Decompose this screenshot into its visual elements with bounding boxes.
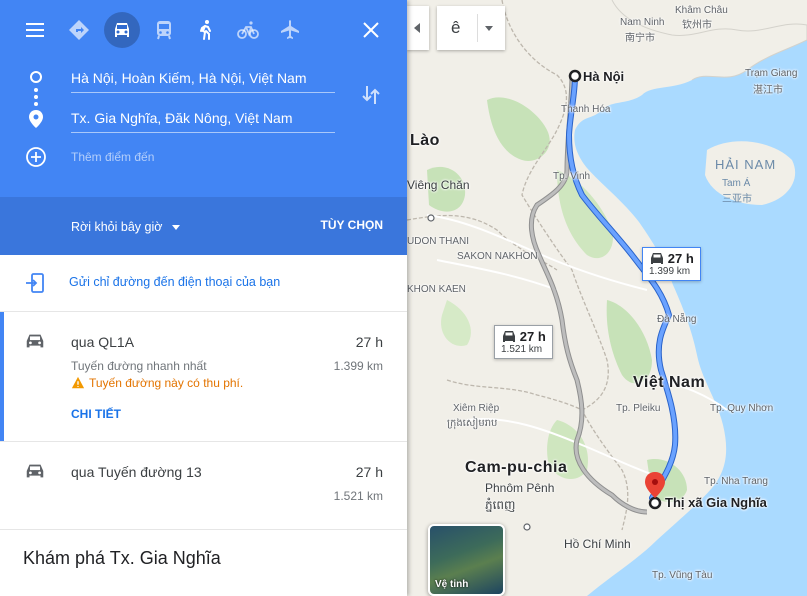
map-label-viet-nam[interactable]: Việt Nam <box>633 374 705 392</box>
map-label-khon[interactable]: KHON KAEN <box>407 284 466 295</box>
route-time: 27 h <box>355 464 383 480</box>
map-label-lao[interactable]: Lào <box>410 132 440 150</box>
mode-driving[interactable] <box>104 12 140 48</box>
car-icon <box>503 331 515 342</box>
waypoint-separator <box>34 95 38 99</box>
map-label-quy-nhon[interactable]: Tp. Quy Nhơn <box>710 403 773 414</box>
bike-icon <box>237 21 259 39</box>
caret-down-icon <box>485 26 493 31</box>
map-label-xiem-riep[interactable]: Xiêm Riệp <box>453 403 499 414</box>
menu-button[interactable] <box>17 12 53 48</box>
map-label-hanoi[interactable]: Hà Nội <box>583 69 624 84</box>
options-bar: Rời khỏi bây giờ TÙY CHỌN <box>0 197 407 255</box>
destination-input[interactable] <box>71 103 335 133</box>
route-distance: 1.399 km <box>333 359 383 373</box>
options-button[interactable]: TÙY CHỌN <box>321 218 383 232</box>
directions-header: Thêm điểm đến Rời khỏi bây giờ TÙY CHỌN <box>0 0 407 255</box>
send-to-phone-icon <box>26 273 44 293</box>
directions-panel: Thêm điểm đến Rời khỏi bây giờ TÙY CHỌN … <box>0 0 407 596</box>
map-label-pleiku[interactable]: Tp. Pleiku <box>616 403 660 414</box>
map-label-gia-nghia[interactable]: Thị xã Gia Nghĩa <box>665 495 767 510</box>
map-label-xiem-riep-native[interactable]: ក្រុងសៀមរាប <box>447 416 497 431</box>
map-label-tam-a[interactable]: Tam Á <box>722 178 750 189</box>
route-time: 27 h <box>355 334 383 350</box>
map-label-hai-nam[interactable]: HẢI NAM <box>715 157 776 172</box>
menu-icon <box>26 23 44 37</box>
map-label-thanh-hoa[interactable]: Thanh Hóa <box>561 104 610 115</box>
map-label-truong-giang-native[interactable]: 湛江市 <box>753 81 783 96</box>
map-label-ho-chi-minh[interactable]: Hồ Chí Minh <box>564 537 631 551</box>
flight-icon <box>281 20 299 39</box>
origin-input[interactable] <box>71 63 335 93</box>
route-option[interactable]: qua QL1A 27 h Tuyến đường nhanh nhất 1.3… <box>0 312 407 442</box>
map-label-vung-tau[interactable]: Tp. Vũng Tàu <box>652 570 712 581</box>
directions-icon <box>69 20 89 40</box>
map-label-nam-ninh[interactable]: Nam Ninh <box>620 17 664 28</box>
mode-transit[interactable] <box>146 12 182 48</box>
map-label-khu-chau-native[interactable]: 钦州市 <box>682 16 712 31</box>
map-label-vieng-chan[interactable]: Viêng Chăn <box>407 178 470 192</box>
close-icon <box>363 22 379 38</box>
map-label-da-nang[interactable]: Đà Nẵng <box>657 314 696 325</box>
waypoint-separator <box>34 102 38 106</box>
route-callout-main[interactable]: 27 h 1.399 km <box>642 247 701 281</box>
warning-icon <box>71 376 85 389</box>
map-label-sakon[interactable]: SAKON NAKHON <box>457 251 538 262</box>
route-option[interactable]: qua Tuyến đường 13 27 h 1.521 km <box>0 442 407 530</box>
car-icon <box>26 334 44 348</box>
satellite-toggle[interactable]: Vệ tinh <box>428 524 505 596</box>
caret-down-icon[interactable] <box>172 225 180 230</box>
add-destination-icon[interactable] <box>25 146 47 168</box>
depart-time-select[interactable]: Rời khỏi bây giờ <box>71 220 162 234</box>
close-button[interactable] <box>353 12 389 48</box>
map-label-nha-trang[interactable]: Tp. Nha Trang <box>704 476 768 487</box>
route-callout-distance: 1.399 km <box>649 266 691 277</box>
route-callout-distance: 1.521 km <box>501 344 543 355</box>
map-label-udon[interactable]: UDON THANI <box>407 236 469 247</box>
explore-heading: Khám phá Tx. Gia Nghĩa <box>23 548 221 568</box>
swap-icon[interactable] <box>359 83 383 107</box>
map-label-phnom-penh[interactable]: Phnôm Pênh <box>485 481 554 495</box>
map-label-cam-pu-chia[interactable]: Cam-pu-chia <box>465 459 567 477</box>
route-callout-time: 27 h <box>667 251 694 266</box>
map-label-phnom-penh-native[interactable]: ភ្នំពេញ <box>485 497 515 515</box>
waypoint-separator <box>34 88 38 92</box>
mode-cycling[interactable] <box>230 12 266 48</box>
car-icon <box>115 23 129 37</box>
car-icon <box>26 464 44 478</box>
map-label-truong-giang[interactable]: Trạm Giang <box>745 68 797 79</box>
mode-best-route[interactable] <box>61 12 97 48</box>
route-details-link[interactable]: CHI TIẾT <box>71 407 121 421</box>
route-subtitle: Tuyến đường nhanh nhất <box>71 359 207 373</box>
route-callout-time: 27 h <box>519 329 546 344</box>
divider <box>477 14 478 42</box>
route-title: qua Tuyến đường 13 <box>71 464 202 480</box>
mode-walking[interactable] <box>188 12 224 48</box>
toll-warning: Tuyến đường này có thu phí. <box>71 376 243 390</box>
destination-pin-icon <box>29 110 43 128</box>
mode-flight[interactable] <box>272 12 308 48</box>
route-callout-alt[interactable]: 27 h 1.521 km <box>494 325 553 359</box>
car-icon <box>651 253 663 264</box>
send-to-phone-row[interactable]: Gửi chỉ đường đến điện thoại của bạn <box>0 255 407 312</box>
toll-warning-text: Tuyến đường này có thu phí. <box>89 376 244 390</box>
map-label-khu-chau[interactable]: Khâm Châu <box>675 5 728 16</box>
send-to-phone-link[interactable]: Gửi chỉ đường đến điện thoại của bạn <box>69 275 280 289</box>
walk-icon <box>200 20 211 40</box>
map-label-tam-a-native[interactable]: 三亚市 <box>722 190 752 205</box>
map-label-nam-ninh-native[interactable]: 南宁市 <box>625 29 655 44</box>
add-destination-label[interactable]: Thêm điểm đến <box>71 150 154 164</box>
language-value: ê <box>451 18 461 37</box>
map-canvas[interactable]: ê Hà Nội Thanh Hóa Tp. Vinh Lào Viêng Ch… <box>407 0 807 596</box>
satellite-label: Vệ tinh <box>435 579 469 590</box>
collapse-panel-button[interactable] <box>407 6 429 50</box>
origin-dot-icon <box>30 71 42 83</box>
map-label-vinh[interactable]: Tp. Vinh <box>553 171 590 182</box>
route-title: qua QL1A <box>71 334 135 350</box>
language-select[interactable]: ê <box>437 6 505 50</box>
transit-icon <box>157 21 171 40</box>
route-distance: 1.521 km <box>333 489 383 503</box>
